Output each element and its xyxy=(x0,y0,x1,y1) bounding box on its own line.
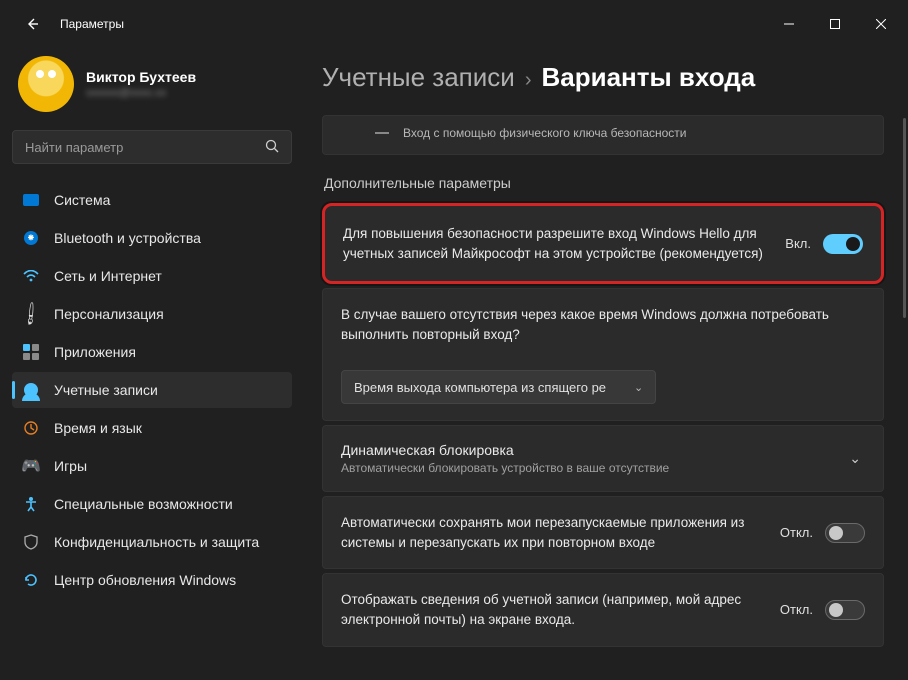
sidebar-item-label: Учетные записи xyxy=(54,382,158,398)
sidebar-item-label: Сеть и Интернет xyxy=(54,268,162,284)
sidebar-item-privacy[interactable]: Конфиденциальность и защита xyxy=(12,524,292,560)
scrollbar[interactable] xyxy=(903,118,906,318)
setting-autosave-apps: Автоматически сохранять мои перезапускае… xyxy=(322,496,884,569)
update-icon xyxy=(22,571,40,589)
sidebar-item-network[interactable]: Сеть и Интернет xyxy=(12,258,292,294)
toggle-show-account[interactable] xyxy=(825,600,865,620)
sidebar-item-accounts[interactable]: Учетные записи xyxy=(12,372,292,408)
chevron-right-icon: › xyxy=(525,69,532,92)
search-icon xyxy=(265,139,279,156)
accessibility-icon xyxy=(22,495,40,513)
sidebar-item-label: Специальные возможности xyxy=(54,496,233,512)
page-title: Варианты входа xyxy=(541,62,755,93)
maximize-button[interactable] xyxy=(812,8,858,40)
sidebar-item-system[interactable]: Система xyxy=(12,182,292,218)
wifi-icon xyxy=(22,267,40,285)
setting-text: Отображать сведения об учетной записи (н… xyxy=(341,590,764,629)
sidebar-item-accessibility[interactable]: Специальные возможности xyxy=(12,486,292,522)
sidebar-item-time[interactable]: Время и язык xyxy=(12,410,292,446)
chevron-down-icon[interactable]: ⌄ xyxy=(845,450,865,467)
section-label: Дополнительные параметры xyxy=(324,175,884,191)
setting-show-account-info: Отображать сведения об учетной записи (н… xyxy=(322,573,884,646)
minimize-button[interactable] xyxy=(766,8,812,40)
display-icon xyxy=(22,191,40,209)
window-title: Параметры xyxy=(60,17,124,31)
toggle-windows-hello[interactable] xyxy=(823,234,863,254)
profile-email: xxxxxx@xxxx.xx xyxy=(86,87,196,99)
back-button[interactable] xyxy=(14,6,50,42)
setting-text: Автоматически сохранять мои перезапускае… xyxy=(341,513,764,552)
sidebar-item-label: Персонализация xyxy=(54,306,164,322)
sidebar: Виктор Бухтеев xxxxxx@xxxx.xx Система ⁕ B… xyxy=(0,48,304,680)
sidebar-item-label: Bluetooth и устройства xyxy=(54,230,201,246)
profile-name: Виктор Бухтеев xyxy=(86,69,196,85)
setting-text: В случае вашего отсутствия через какое в… xyxy=(341,305,865,344)
sidebar-item-bluetooth[interactable]: ⁕ Bluetooth и устройства xyxy=(12,220,292,256)
setting-windows-hello: Для повышения безопасности разрешите вхо… xyxy=(322,203,884,284)
toggle-state-label: Откл. xyxy=(780,525,813,540)
sidebar-item-label: Центр обновления Windows xyxy=(54,572,236,588)
reauth-dropdown[interactable]: Время выхода компьютера из спящего ре ⌄ xyxy=(341,370,656,404)
security-key-label: Вход с помощью физического ключа безопас… xyxy=(403,126,687,140)
setting-dynamic-lock[interactable]: Динамическая блокировка Автоматически бл… xyxy=(322,425,884,492)
sidebar-item-label: Время и язык xyxy=(54,420,142,436)
breadcrumb-parent[interactable]: Учетные записи xyxy=(322,62,515,93)
apps-icon xyxy=(22,343,40,361)
toggle-state-label: Откл. xyxy=(780,602,813,617)
sidebar-item-label: Приложения xyxy=(54,344,136,360)
main-panel: Учетные записи › Варианты входа Вход с п… xyxy=(304,48,908,680)
person-icon xyxy=(22,381,40,399)
sidebar-item-personalization[interactable]: 🖌 Персонализация xyxy=(12,296,292,332)
gamepad-icon: 🎮 xyxy=(22,457,40,475)
setting-desc: Автоматически блокировать устройство в в… xyxy=(341,461,829,475)
window-controls xyxy=(766,8,904,40)
chevron-down-icon: ⌄ xyxy=(634,381,643,394)
sidebar-item-label: Система xyxy=(54,192,110,208)
avatar xyxy=(18,56,74,112)
sidebar-item-apps[interactable]: Приложения xyxy=(12,334,292,370)
dash-icon xyxy=(375,132,389,134)
sidebar-item-label: Игры xyxy=(54,458,87,474)
nav: Система ⁕ Bluetooth и устройства Сеть и И… xyxy=(12,182,292,598)
brush-icon: 🖌 xyxy=(18,301,43,326)
titlebar: Параметры xyxy=(0,0,908,48)
close-button[interactable] xyxy=(858,8,904,40)
security-key-row[interactable]: Вход с помощью физического ключа безопас… xyxy=(322,115,884,155)
sidebar-item-label: Конфиденциальность и защита xyxy=(54,534,259,550)
toggle-state-label: Вкл. xyxy=(785,236,811,251)
search-box[interactable] xyxy=(12,130,292,164)
shield-icon xyxy=(22,533,40,551)
sidebar-item-gaming[interactable]: 🎮 Игры xyxy=(12,448,292,484)
search-input[interactable] xyxy=(25,140,265,155)
toggle-autosave-apps[interactable] xyxy=(825,523,865,543)
breadcrumb: Учетные записи › Варианты входа xyxy=(322,48,884,115)
setting-text: Для повышения безопасности разрешите вхо… xyxy=(343,224,769,263)
sidebar-item-update[interactable]: Центр обновления Windows xyxy=(12,562,292,598)
dropdown-value: Время выхода компьютера из спящего ре xyxy=(354,380,606,395)
profile-block[interactable]: Виктор Бухтеев xxxxxx@xxxx.xx xyxy=(12,48,292,126)
clock-icon xyxy=(22,419,40,437)
setting-title: Динамическая блокировка xyxy=(341,442,829,458)
bluetooth-icon: ⁕ xyxy=(22,229,40,247)
setting-reauth-timeout: В случае вашего отсутствия через какое в… xyxy=(322,288,884,421)
